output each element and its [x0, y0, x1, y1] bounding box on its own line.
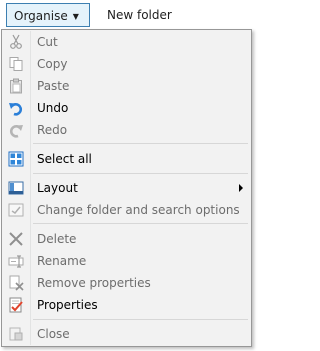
- menu-item-label: Copy: [37, 57, 68, 71]
- menu-item-remove-properties[interactable]: Remove properties: [4, 272, 249, 294]
- remove-properties-icon: [8, 275, 24, 291]
- menu-item-paste[interactable]: Paste: [4, 75, 249, 97]
- menu-item-label: Remove properties: [37, 276, 151, 290]
- copy-icon: [8, 56, 24, 72]
- paste-icon: [8, 78, 24, 94]
- menu-item-label: Paste: [37, 79, 70, 93]
- toolbar: Organise ▼ New folder: [0, 0, 258, 30]
- close-icon: [8, 326, 24, 342]
- delete-icon: [8, 231, 24, 247]
- submenu-arrow-icon: [239, 184, 243, 192]
- menu-item-rename[interactable]: Rename: [4, 250, 249, 272]
- menu-item-label: Layout: [37, 181, 78, 195]
- layout-icon: [8, 180, 24, 196]
- menu-item-delete[interactable]: Delete: [4, 228, 249, 250]
- select-all-icon: [8, 151, 24, 167]
- organise-menu: Cut Copy Paste Undo Redo Select all Layo…: [1, 29, 252, 347]
- menu-separator: [33, 143, 248, 144]
- background-content: [252, 30, 258, 351]
- menu-item-label: Cut: [37, 35, 58, 49]
- menu-item-select-all[interactable]: Select all: [4, 148, 249, 170]
- menu-item-label: Redo: [37, 123, 68, 137]
- menu-separator: [33, 173, 248, 174]
- menu-item-label: Select all: [37, 152, 92, 166]
- menu-separator: [33, 223, 248, 224]
- organise-button[interactable]: Organise ▼: [6, 3, 90, 27]
- new-folder-button[interactable]: New folder: [100, 3, 179, 27]
- menu-item-close[interactable]: Close: [4, 323, 249, 345]
- cut-icon: [8, 34, 24, 50]
- menu-item-label: Undo: [37, 101, 69, 115]
- menu-separator: [33, 319, 248, 320]
- menu-item-cut[interactable]: Cut: [4, 31, 249, 53]
- menu-item-label: Delete: [37, 232, 77, 246]
- redo-icon: [8, 122, 24, 138]
- menu-item-redo[interactable]: Redo: [4, 119, 249, 141]
- organise-label: Organise: [14, 9, 68, 23]
- menu-item-label: Rename: [37, 254, 87, 268]
- menu-item-label: Close: [37, 327, 70, 341]
- chevron-down-icon: ▼: [72, 12, 79, 21]
- properties-icon: [8, 297, 24, 313]
- undo-icon: [8, 100, 24, 116]
- menu-item-undo[interactable]: Undo: [4, 97, 249, 119]
- menu-item-label: Properties: [37, 298, 98, 312]
- menu-item-label: Change folder and search options: [37, 203, 240, 217]
- rename-icon: [8, 253, 24, 269]
- menu-item-properties[interactable]: Properties: [4, 294, 249, 316]
- folder-options-icon: [8, 202, 24, 218]
- menu-item-folder-options[interactable]: Change folder and search options: [4, 199, 249, 221]
- menu-item-layout[interactable]: Layout: [4, 177, 249, 199]
- menu-item-copy[interactable]: Copy: [4, 53, 249, 75]
